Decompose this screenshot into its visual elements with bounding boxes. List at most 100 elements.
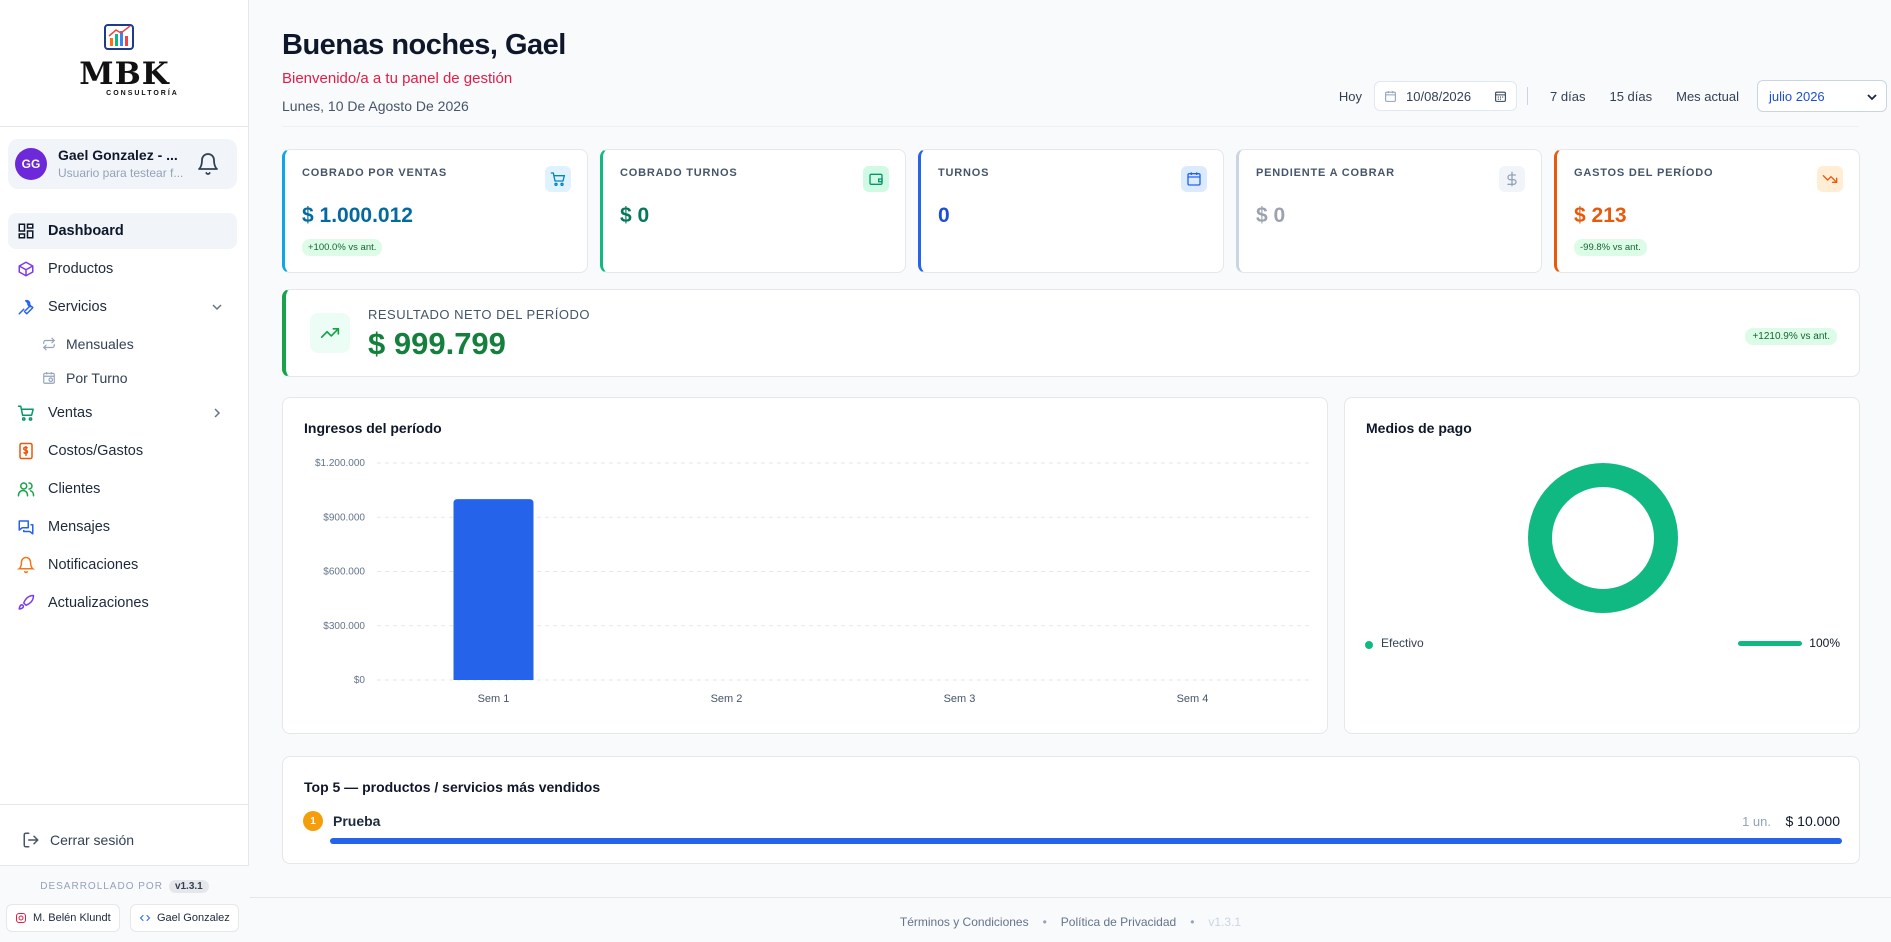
kpi-card-pendiente-cobrar: PENDIENTE A COBRAR $ 0 [1236,149,1542,273]
sidebar-subitem-label: Por Turno [66,370,128,386]
bar [453,499,534,680]
sidebar-subitem-mensuales[interactable]: Mensuales [8,327,237,361]
receipt-icon [19,442,33,460]
divider [0,126,249,127]
footer-separator: • [1190,915,1195,929]
developed-by-row: DESARROLLADO POR v1.3.1 [0,880,249,893]
logo-text: MBK [79,56,170,92]
dashboard-icon [18,223,34,239]
top-product-name: Prueba [333,813,381,829]
kpi-change-badge: -99.8% vs ant. [1574,239,1647,256]
kpi-value: $ 213 [1574,204,1627,227]
notification-bell-icon[interactable] [196,152,220,176]
calendar-picker-icon[interactable] [1494,90,1507,103]
user-description: Usuario para testear f... [58,166,184,180]
welcome-text: Bienvenido/a a tu panel de gestión [282,70,513,87]
kpi-value: $ 0 [620,204,650,227]
calendar-icon [1187,172,1201,186]
y-tick-label: $0 [354,675,366,686]
developer-credits: DESARROLLADO POR v1.3.1 M. Belén Klundt G… [0,865,249,942]
sidebar-item-productos[interactable]: Productos [8,251,237,287]
avatar: GG [15,148,47,180]
sidebar-subitem-por-turno[interactable]: Por Turno [8,361,237,395]
kpi-card-turnos: TURNOS 0 [918,149,1224,273]
sidebar-item-clientes[interactable]: Clientes [8,471,237,507]
chevron-right-icon [214,408,221,418]
sidebar-item-label: Mensajes [48,519,111,535]
repeat-icon [42,337,56,351]
logout-label: Cerrar sesión [50,832,135,848]
x-tick-label: Sem 2 [711,693,743,705]
sidebar-nav: Dashboard Productos Servicios Mensuales … [8,213,237,623]
sidebar-item-notificaciones[interactable]: Notificaciones [8,547,237,583]
kpi-title: GASTOS DEL PERÍODO [1574,167,1714,179]
sidebar-item-servicios[interactable]: Servicios [8,289,237,325]
net-result-icon [310,313,350,353]
kpi-card-cobrado-ventas: COBRADO POR VENTAS $ 1.000.012 +100.0% v… [282,149,588,273]
kpi-icon [545,166,571,192]
top-product-units: 1 un. [1742,814,1771,829]
logo-subtitle: CONSULTORÍA [106,90,179,97]
logout-button[interactable]: Cerrar sesión [8,822,237,858]
cart-icon [550,172,566,186]
sidebar-item-actualizaciones[interactable]: Actualizaciones [8,585,237,621]
logout-icon [23,832,39,848]
credit-name: M. Belén Klundt [33,912,111,924]
kpi-value: $ 0 [1256,204,1286,227]
filter-divider [1527,87,1529,105]
income-bar-chart: $0 $300.000 $600.000 $900.000 $1.200.000 Sem … [315,458,1309,705]
terms-link[interactable]: Términos y Condiciones [900,915,1029,929]
sidebar-item-label: Clientes [48,481,101,497]
y-tick-label: $600.000 [323,567,365,578]
date-filters: Hoy 10/08/2026 7 días 15 días Mes actual… [1327,79,1887,113]
sidebar-item-costos-gastos[interactable]: Costos/Gastos [8,433,237,469]
month-select[interactable]: julio 2026 [1757,80,1887,112]
chevron-down-icon [212,304,222,311]
kpi-change-badge: +100.0% vs ant. [302,239,383,256]
filter-7-days-button[interactable]: 7 días [1538,89,1597,104]
logo-chart-icon [104,24,134,50]
box-icon [18,261,34,277]
messages-icon [18,520,34,535]
footer-version: v1.3.1 [1208,915,1242,929]
code-icon [139,915,151,921]
kpi-icon [1499,166,1525,192]
credit-link-gael[interactable]: Gael Gonzalez [130,904,239,932]
main-content: Buenas noches, Gael Bienvenido/a a tu pa… [250,0,1891,942]
kpi-icon [1817,166,1843,192]
filter-today-button[interactable]: Hoy [1327,89,1374,104]
sidebar-item-mensajes[interactable]: Mensajes [8,509,237,545]
income-chart-card: Ingresos del período $0 $300.000 $600.000 $… [282,397,1328,734]
users-icon [17,482,35,497]
logo[interactable]: MBK CONSULTORÍA [0,18,249,108]
kpi-card-gastos-periodo: GASTOS DEL PERÍODO $ 213 -99.8% vs ant. [1554,149,1860,273]
kpi-icon [863,166,889,192]
sidebar: MBK CONSULTORÍA GG Gael Gonzalez - ... U… [0,0,249,942]
legend-percent: 100% [1809,636,1840,650]
calendar-clock-icon [43,372,55,384]
chevron-down-icon [1867,94,1877,101]
user-card[interactable]: GG Gael Gonzalez - ... Usuario para test… [8,139,237,189]
kpi-title: PENDIENTE A COBRAR [1256,167,1395,179]
rocket-icon [18,594,35,610]
legend-label: Efectivo [1381,636,1424,650]
wrench-icon [18,299,34,315]
net-result-value: $ 999.799 [368,326,506,361]
y-tick-label: $900.000 [323,512,365,523]
credit-link-belen[interactable]: M. Belén Klundt [6,904,120,932]
sidebar-item-ventas[interactable]: Ventas [8,395,237,431]
page-title: Buenas noches, Gael [282,29,566,61]
sidebar-item-dashboard[interactable]: Dashboard [8,213,237,249]
privacy-link[interactable]: Política de Privacidad [1061,915,1176,929]
kpi-icon [1181,166,1207,192]
net-result-badge: +1210.9% vs ant. [1745,328,1837,345]
sidebar-item-label: Servicios [48,299,107,315]
net-result-card: RESULTADO NETO DEL PERÍODO $ 999.799 +12… [282,289,1860,377]
net-result-title: RESULTADO NETO DEL PERÍODO [368,307,591,322]
divider [0,804,249,805]
filter-15-days-button[interactable]: 15 días [1597,89,1664,104]
legend-swatch-efectivo [1365,641,1373,649]
filter-current-month-button[interactable]: Mes actual [1664,89,1751,104]
wallet-icon [869,173,883,185]
date-picker-input[interactable]: 10/08/2026 [1374,81,1518,111]
